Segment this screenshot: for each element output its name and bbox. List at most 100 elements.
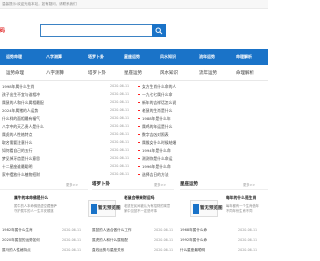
article-date: 2020-06-11 xyxy=(62,228,82,232)
divider xyxy=(180,189,268,190)
article-date: 2020-06-11 xyxy=(110,148,130,152)
tab[interactable]: 星座运势 xyxy=(124,70,142,76)
list-item[interactable]: 梦见掉牙齿是什么意思 xyxy=(2,156,40,162)
tab[interactable]: 命理解析 xyxy=(236,70,254,76)
list-item[interactable]: 什么星座最聪明 xyxy=(180,248,205,253)
nav-item[interactable]: 塔罗卜卦 xyxy=(88,49,104,65)
article-title[interactable]: 1988年是什么年 xyxy=(142,116,171,122)
article-date: 2020-06-11 xyxy=(110,164,130,168)
article-date: 2020-06-11 xyxy=(110,100,130,104)
thumb-label: 暂无预览图 xyxy=(98,206,121,211)
header: 码 xyxy=(0,9,268,49)
list-item[interactable]: 家中摆放什么植物招财 xyxy=(2,172,40,178)
article-date: 2020-06-11 xyxy=(62,248,82,252)
tab[interactable]: 运势命理 xyxy=(6,70,24,76)
more-link[interactable]: 更多>> xyxy=(243,182,255,187)
list-item[interactable]: 属鼠的人适合做什么工作 xyxy=(92,228,132,233)
card-desc: 守护属牛的人一生平安顺遂 xyxy=(14,209,54,213)
nav-item[interactable]: 命理解析 xyxy=(236,49,252,65)
list-item[interactable]: 什么样的面相最有福气 xyxy=(2,116,40,122)
article-title[interactable]: 测测你是什么命运 xyxy=(142,156,172,162)
search-input[interactable] xyxy=(41,25,151,36)
top-info-text: 温馨提示:欢迎光临本站，如有疑问，请联系我们 xyxy=(2,2,77,6)
article-date: 2020-06-11 xyxy=(238,248,258,252)
list-item[interactable]: 属虎的人性格特点 xyxy=(2,132,32,138)
site-logo[interactable]: 码 xyxy=(0,27,5,34)
list-item[interactable]: 1982年属什么生肖 xyxy=(2,228,33,233)
bullet-icon xyxy=(138,141,140,143)
card-title[interactable]: 老鼠会带来财运吗 xyxy=(124,195,154,201)
article-date: 2020-06-11 xyxy=(110,172,130,176)
divider xyxy=(92,189,174,190)
article-date: 2020-06-11 xyxy=(154,238,174,242)
article-title[interactable]: 老鼠的生肖是什么 xyxy=(142,108,172,114)
article-date: 2020-06-11 xyxy=(110,140,130,144)
search-icon xyxy=(155,27,163,35)
section-title: 塔罗卜卦 xyxy=(92,182,110,187)
top-info-bar: 温馨提示:欢迎光临本站，如有疑问，请联系我们 xyxy=(0,0,268,9)
card-desc: 家中见鼠不一定是坏事 xyxy=(124,209,157,213)
bullet-icon xyxy=(138,117,140,119)
nav-item[interactable]: 运势命理 xyxy=(6,49,22,65)
thumb-label: 暂无预览图 xyxy=(200,206,223,211)
nav-item[interactable]: 流年运势 xyxy=(199,49,215,65)
article-date: 2020-06-11 xyxy=(110,116,130,120)
tab[interactable]: 流年运势 xyxy=(199,70,217,76)
list-item[interactable]: 1992年属什么命 xyxy=(180,238,207,243)
article-title[interactable]: 新年的吉祥话怎么说 xyxy=(142,100,176,106)
list-item[interactable]: 1968年属什么命 xyxy=(180,228,207,233)
list-item[interactable]: 2020年属鼠的运势如何 xyxy=(2,238,40,243)
article-title[interactable]: 选择吉日的方法 xyxy=(142,172,169,178)
card-title[interactable]: 属牛的本命佛是什么 xyxy=(14,195,48,201)
article-title[interactable]: 数字吉凶对照表 xyxy=(142,132,169,138)
search-box[interactable] xyxy=(40,24,166,37)
bullet-icon xyxy=(138,157,140,159)
article-date: 2020-06-11 xyxy=(154,248,174,252)
bullet-icon xyxy=(138,101,140,103)
list-item[interactable]: 2024年属猪的人运势 xyxy=(2,108,38,114)
list-item[interactable]: 1998年属什么生肖 xyxy=(2,84,34,90)
article-date: 2020-06-11 xyxy=(110,84,130,88)
search-button[interactable] xyxy=(152,24,166,37)
article-date: 2020-06-11 xyxy=(110,108,130,112)
list-item[interactable]: 取名需要注意什么 xyxy=(2,140,32,146)
list-item[interactable]: 直线运势与星座关系 xyxy=(92,248,124,253)
list-item[interactable]: 孩子出生不宜与谁相冲 xyxy=(2,92,40,98)
article-date: 2020-06-11 xyxy=(238,228,258,232)
article-title[interactable]: 1994年是什么命 xyxy=(142,148,171,154)
article-title[interactable]: 1996年是什么命 xyxy=(142,164,171,170)
image-placeholder-icon xyxy=(91,204,97,214)
image-placeholder-icon xyxy=(193,204,199,214)
article-date: 2020-06-11 xyxy=(110,156,130,160)
more-link[interactable]: 更多>> xyxy=(66,182,78,187)
article-date: 2020-06-11 xyxy=(238,238,258,242)
tab[interactable]: 八字测算 xyxy=(46,70,64,76)
list-item[interactable]: 属鼠的人和什么属相最配 xyxy=(2,100,44,106)
article-title[interactable]: 女方生肖什么命的人 xyxy=(142,84,176,90)
bullet-icon xyxy=(138,173,140,175)
card-title[interactable]: 每年的什么是生肖 xyxy=(226,195,256,201)
article-date: 2020-06-11 xyxy=(62,238,82,242)
article-date: 2020-06-11 xyxy=(154,228,174,232)
list-item[interactable]: 如何看自己的五行 xyxy=(2,148,32,154)
bullet-icon xyxy=(138,93,140,95)
tab[interactable]: 风水知识 xyxy=(160,70,178,76)
card-desc: 不同年份生肖不同 xyxy=(226,209,253,213)
more-link[interactable]: 更多>> xyxy=(154,182,166,187)
tab[interactable]: 塔罗卜卦 xyxy=(88,70,106,76)
article-title[interactable]: 属鸡的年运是什么 xyxy=(142,124,172,130)
list-item[interactable]: 属虎的人和什么属相配 xyxy=(92,238,128,243)
bullet-icon xyxy=(138,165,140,167)
thumbnail[interactable]: 暂无预览图 xyxy=(88,200,121,217)
nav-item[interactable]: 星座运势 xyxy=(124,49,140,65)
divider xyxy=(0,189,88,190)
list-item[interactable]: 八字中的天乙贵人是什么 xyxy=(2,124,44,130)
article-title[interactable]: 属猴女什么时候结婚 xyxy=(142,140,176,146)
nav-item[interactable]: 八字测算 xyxy=(46,49,62,65)
thumbnail[interactable]: 暂无预览图 xyxy=(190,200,223,217)
list-item[interactable]: 十二星座谁最聪明 xyxy=(2,164,32,170)
article-title[interactable]: 一九七七属什么命 xyxy=(142,92,172,98)
nav-item[interactable]: 风水知识 xyxy=(160,49,176,65)
list-item[interactable]: 属马的人性格特点 xyxy=(2,248,31,253)
article-date: 2020-06-11 xyxy=(110,124,130,128)
